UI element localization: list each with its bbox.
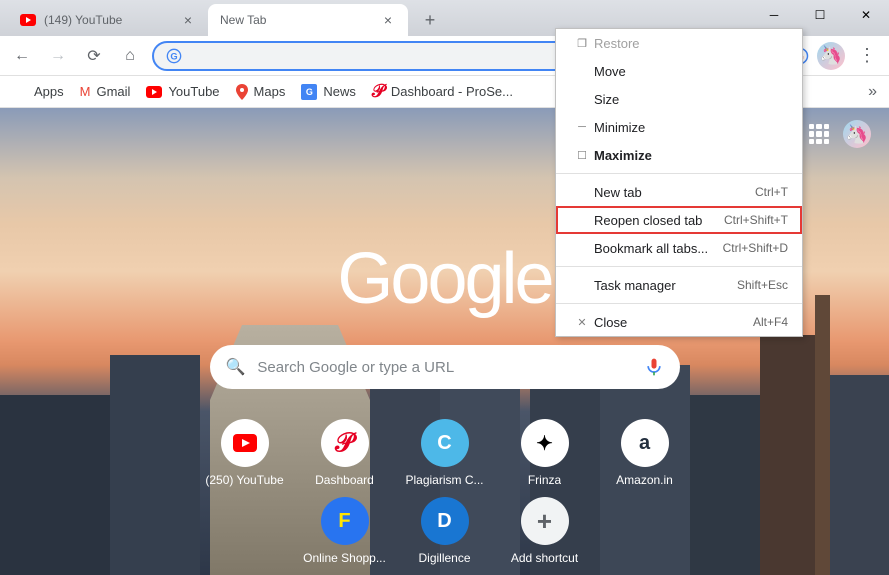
menu-reopen-closed-tab[interactable]: Reopen closed tabCtrl+Shift+T [556, 206, 802, 234]
google-logo: Google [337, 238, 551, 320]
shortcut-label: Amazon.in [616, 473, 673, 487]
shortcut-flipkart[interactable]: F Online Shopp... [300, 497, 390, 565]
shortcut-label: Online Shopp... [303, 551, 386, 565]
search-icon: 🔍 [226, 357, 246, 377]
close-icon[interactable]: × [180, 12, 196, 28]
maximize-button[interactable]: ☐ [797, 0, 843, 30]
shortcut-plagiarism[interactable]: C Plagiarism C... [400, 419, 490, 487]
amazon-icon: a [621, 419, 669, 467]
minimize-icon: ─ [570, 121, 594, 133]
bookmark-label: YouTube [168, 84, 219, 99]
shortcut-amazon[interactable]: a Amazon.in [600, 419, 690, 487]
maximize-icon: ☐ [570, 149, 594, 162]
svg-text:G: G [170, 51, 177, 61]
add-icon: + [521, 497, 569, 545]
youtube-icon [146, 86, 162, 98]
voice-search-icon[interactable] [644, 357, 664, 377]
bookmark-dashboard[interactable]: 𝒫 Dashboard - ProSe... [372, 81, 513, 102]
minimize-button[interactable]: ─ [751, 0, 797, 30]
apps-icon [12, 84, 28, 100]
menu-separator [556, 266, 802, 267]
menu-restore: ❐Restore [556, 29, 802, 57]
menu-size[interactable]: Size [556, 85, 802, 113]
shortcut-label: (250) YouTube [205, 473, 283, 487]
pinterest-icon: 𝒫 [321, 419, 369, 467]
menu-close[interactable]: ✕CloseAlt+F4 [556, 308, 802, 336]
menu-separator [556, 303, 802, 304]
ntp-avatar[interactable]: 🦄 [843, 120, 871, 148]
close-icon[interactable]: × [380, 12, 396, 28]
tab-youtube[interactable]: (149) YouTube × [8, 4, 208, 36]
shortcut-add[interactable]: + Add shortcut [500, 497, 590, 565]
close-window-button[interactable]: ✕ [843, 0, 889, 30]
shortcut-dashboard[interactable]: 𝒫 Dashboard [300, 419, 390, 487]
bookmark-apps[interactable]: Apps [12, 84, 64, 100]
shortcuts-grid: (250) YouTube 𝒫 Dashboard C Plagiarism C..… [185, 419, 705, 565]
shortcut-frinza[interactable]: ✦ Frinza [500, 419, 590, 487]
menu-new-tab[interactable]: New tabCtrl+T [556, 178, 802, 206]
news-icon: G [301, 84, 317, 100]
tab-title: (149) YouTube [44, 13, 172, 27]
search-placeholder: Search Google or type a URL [257, 359, 631, 376]
digillence-icon: D [421, 497, 469, 545]
shortcut-digillence[interactable]: D Digillence [400, 497, 490, 565]
bookmark-label: Gmail [96, 84, 130, 99]
home-button[interactable]: ⌂ [116, 42, 144, 70]
google-g-icon: G [166, 48, 182, 64]
frinza-icon: ✦ [521, 419, 569, 467]
bookmark-youtube[interactable]: YouTube [146, 84, 219, 99]
menu-task-manager[interactable]: Task managerShift+Esc [556, 271, 802, 299]
copyscape-icon: C [421, 419, 469, 467]
bookmark-label: Maps [254, 84, 286, 99]
bookmark-maps[interactable]: Maps [236, 84, 286, 100]
shortcut-label: Digillence [418, 551, 470, 565]
reload-button[interactable]: ⟳ [80, 42, 108, 70]
ntp-header-right: 🦄 [809, 120, 871, 148]
window-context-menu: ❐Restore Move Size ─Minimize ☐Maximize N… [555, 28, 803, 337]
shortcut-label: Plagiarism C... [405, 473, 483, 487]
bookmark-label: Dashboard - ProSe... [391, 84, 513, 99]
maps-icon [236, 84, 248, 100]
new-tab-button[interactable]: + [416, 6, 444, 34]
bookmark-gmail[interactable]: M Gmail [80, 84, 131, 99]
shortcut-label: Dashboard [315, 473, 374, 487]
shortcut-youtube[interactable]: (250) YouTube [200, 419, 290, 487]
bookmark-label: Apps [34, 84, 64, 99]
chrome-menu-button[interactable]: ⋮ [853, 42, 881, 70]
shortcut-label: Frinza [528, 473, 561, 487]
profile-avatar[interactable]: 🦄 [817, 42, 845, 70]
menu-separator [556, 173, 802, 174]
gmail-icon: M [80, 84, 91, 99]
google-apps-button[interactable] [809, 124, 829, 144]
bookmark-news[interactable]: G News [301, 84, 356, 100]
tab-title: New Tab [220, 13, 372, 27]
bookmarks-overflow-button[interactable]: » [868, 83, 877, 101]
menu-minimize[interactable]: ─Minimize [556, 113, 802, 141]
flipkart-icon: F [321, 497, 369, 545]
tab-strip: (149) YouTube × New Tab × + [0, 0, 444, 36]
restore-icon: ❐ [570, 37, 594, 50]
search-box[interactable]: 🔍 Search Google or type a URL [210, 345, 680, 389]
menu-move[interactable]: Move [556, 57, 802, 85]
back-button[interactable]: ← [8, 42, 36, 70]
menu-bookmark-all-tabs[interactable]: Bookmark all tabs...Ctrl+Shift+D [556, 234, 802, 262]
shortcut-label: Add shortcut [511, 551, 578, 565]
bookmark-label: News [323, 84, 356, 99]
forward-button[interactable]: → [44, 42, 72, 70]
close-icon: ✕ [570, 316, 594, 329]
tab-new-tab[interactable]: New Tab × [208, 4, 408, 36]
window-controls: ─ ☐ ✕ [751, 0, 889, 30]
pinterest-icon: 𝒫 [372, 81, 385, 102]
youtube-icon [20, 12, 36, 28]
youtube-icon [233, 434, 257, 452]
menu-maximize[interactable]: ☐Maximize [556, 141, 802, 169]
